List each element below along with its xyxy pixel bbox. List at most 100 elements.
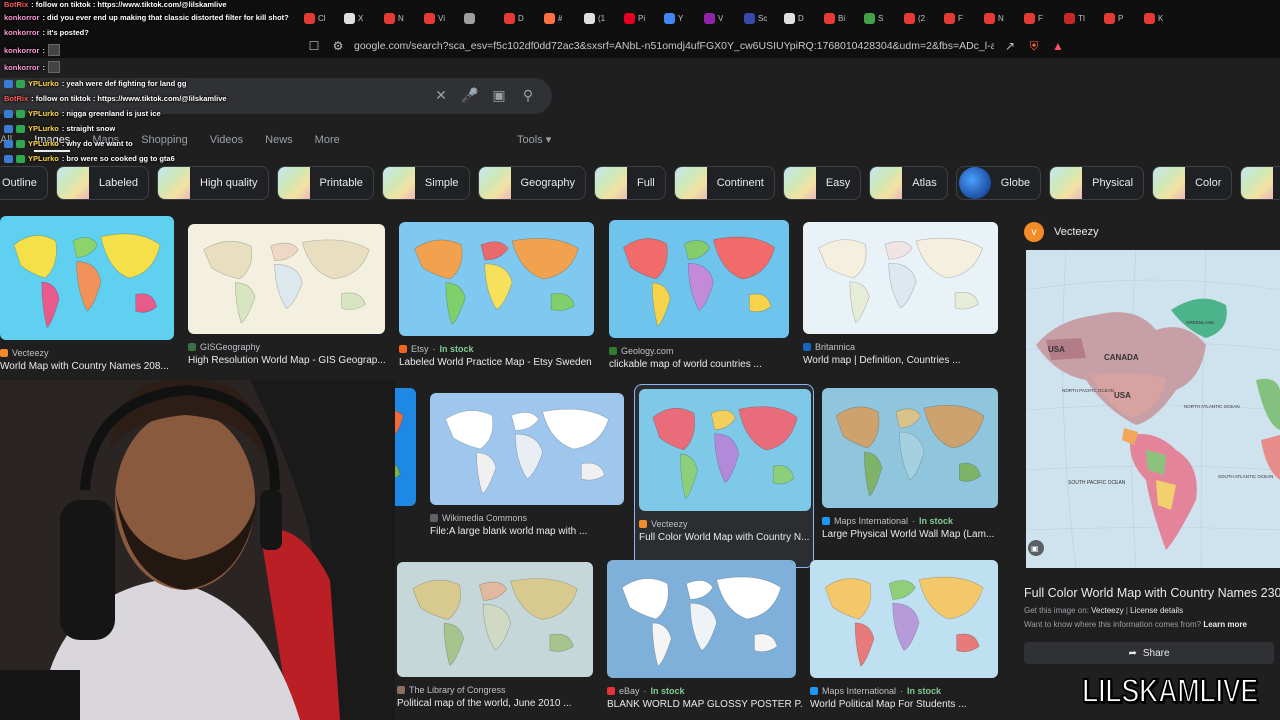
image-result[interactable]: Britannica World map | Definition, Countr…	[803, 222, 998, 392]
result-caption[interactable]: World Map with Country Names 208...	[0, 361, 180, 372]
browser-tab[interactable]: D	[500, 8, 534, 28]
preview-site[interactable]: v Vecteezy	[1024, 222, 1099, 242]
result-thumbnail[interactable]	[803, 222, 998, 334]
result-thumbnail[interactable]	[639, 389, 811, 511]
chip-easy[interactable]: Easy	[782, 166, 862, 200]
image-result[interactable]: GISGeography High Resolution World Map - …	[188, 224, 386, 392]
result-thumbnail[interactable]	[430, 393, 624, 505]
address-bar[interactable]: ☐ ⚙ google.com/search?sca_esv=f5c102df0d…	[296, 36, 1066, 56]
chip-simple[interactable]: Simple	[381, 166, 470, 200]
result-source[interactable]: Maps International · In stock	[810, 686, 941, 696]
chip-atlas[interactable]: Atlas	[869, 166, 948, 200]
result-thumbnail[interactable]	[397, 562, 593, 677]
chip-geography[interactable]: Geography	[477, 166, 586, 200]
image-result[interactable]: The Library of Congress Political map of …	[397, 562, 593, 720]
result-thumbnail[interactable]	[0, 216, 174, 340]
result-thumbnail[interactable]	[822, 388, 998, 508]
image-result[interactable]: Etsy · In stock Labeled World Practice Map …	[399, 222, 594, 394]
browser-tab[interactable]: (2	[900, 8, 934, 28]
browser-tab[interactable]: Pi	[620, 8, 654, 28]
get-on-site-link[interactable]: Vecteezy	[1091, 606, 1123, 615]
chip-detailed[interactable]: Detailed	[1240, 166, 1280, 200]
result-source[interactable]: Maps International · In stock	[822, 516, 953, 526]
browser-tab[interactable]: D	[780, 8, 814, 28]
browser-tab[interactable]: Y	[660, 8, 694, 28]
browser-tab[interactable]: #	[540, 8, 574, 28]
close-icon[interactable]: ✕	[432, 86, 450, 104]
browser-tab[interactable]: F	[940, 8, 974, 28]
tab-shopping[interactable]: Shopping	[141, 134, 188, 146]
chip-labeled[interactable]: Labeled	[55, 166, 150, 200]
browser-tab[interactable]: K	[1140, 8, 1174, 28]
chip-outline[interactable]: Outline	[0, 166, 48, 200]
brave-shield-icon[interactable]: ⛨	[1026, 38, 1042, 54]
browser-tab[interactable]: (1	[580, 8, 614, 28]
result-caption[interactable]: Large Physical World Wall Map (Lam...	[822, 529, 1004, 540]
browser-tab[interactable]: S	[860, 8, 894, 28]
result-source[interactable]: Etsy · In stock	[399, 344, 474, 354]
result-source[interactable]: Wikimedia Commons	[430, 513, 527, 523]
search-icon[interactable]: ⚲	[519, 86, 537, 104]
result-caption[interactable]: World map | Definition, Countries ...	[803, 355, 1004, 366]
result-source[interactable]: Geology.com	[609, 346, 673, 356]
result-caption[interactable]: Political map of the world, June 2010 ..…	[397, 698, 599, 709]
tab-news[interactable]: News	[265, 134, 293, 146]
site-settings-icon[interactable]: ⚙	[330, 38, 346, 54]
result-caption[interactable]: World Political Map For Students ...	[810, 699, 1004, 710]
chip-high-quality[interactable]: High quality	[157, 166, 269, 200]
result-thumbnail[interactable]	[188, 224, 385, 334]
result-caption[interactable]: clickable map of world countries ...	[609, 359, 795, 370]
license-link[interactable]: License details	[1130, 606, 1183, 615]
image-result[interactable]: Geology.com clickable map of world countr…	[609, 220, 789, 396]
result-caption[interactable]: High Resolution World Map - GIS Geograp.…	[188, 355, 391, 366]
preview-title[interactable]: Full Color World Map with Country Names …	[1024, 586, 1280, 600]
image-result[interactable]: Vecteezy Full Color World Map with Countr…	[634, 384, 814, 568]
browser-tab[interactable]: Vi	[420, 8, 454, 28]
image-result[interactable]: eBay · In stock BLANK WORLD MAP GLOSSY POST…	[607, 560, 802, 720]
result-thumbnail[interactable]	[607, 560, 796, 678]
tab-more[interactable]: More	[315, 134, 340, 146]
browser-tab[interactable]: V	[700, 8, 734, 28]
result-caption[interactable]: BLANK WORLD MAP GLOSSY POSTER P...	[607, 699, 802, 710]
result-caption[interactable]: File:A large blank world map with ...	[430, 526, 630, 537]
chip-color[interactable]: Color	[1152, 166, 1233, 200]
bookmark-icon[interactable]: ☐	[306, 38, 322, 54]
browser-tab[interactable]: N	[380, 8, 414, 28]
result-caption[interactable]: Labeled World Practice Map - Etsy Sweden	[399, 357, 600, 368]
result-source[interactable]: GISGeography	[188, 342, 260, 352]
image-result[interactable]: Vecteezy World Map with Country Names 208…	[0, 216, 174, 398]
result-source[interactable]: eBay · In stock	[607, 686, 685, 696]
url-text[interactable]: google.com/search?sca_esv=f5c102df0dd72a…	[354, 40, 994, 52]
result-source[interactable]: Vecteezy	[0, 348, 49, 358]
image-result[interactable]: Maps International · In stock World Politic…	[810, 560, 998, 720]
browser-tab[interactable]: Sc	[740, 8, 774, 28]
browser-tab[interactable]: Cl	[300, 8, 334, 28]
result-source[interactable]: Britannica	[803, 342, 855, 352]
chip-physical[interactable]: Physical	[1049, 166, 1145, 200]
tools-button[interactable]: Tools ▾	[517, 133, 551, 146]
browser-tab[interactable]: F	[1020, 8, 1054, 28]
rewards-icon[interactable]: ▲	[1050, 38, 1066, 54]
chip-globe[interactable]: Globe	[955, 166, 1042, 200]
lens-icon[interactable]: ▣	[490, 86, 508, 104]
browser-tab[interactable]: Bi	[820, 8, 854, 28]
tab-videos[interactable]: Videos	[210, 134, 243, 146]
chip-continent[interactable]: Continent	[673, 166, 775, 200]
image-result[interactable]: Maps International · In stock Large Physica…	[822, 388, 998, 566]
browser-tab[interactable]	[460, 8, 494, 28]
result-caption[interactable]: Full Color World Map with Country N...	[639, 532, 817, 543]
learn-more-link[interactable]: Learn more	[1203, 620, 1247, 629]
share-icon[interactable]: ↗	[1002, 38, 1018, 54]
chip-printable[interactable]: Printable	[276, 166, 374, 200]
browser-tab[interactable]: X	[340, 8, 374, 28]
result-thumbnail[interactable]	[810, 560, 998, 678]
result-source[interactable]: Vecteezy	[639, 519, 688, 529]
result-thumbnail[interactable]	[399, 222, 594, 336]
result-source[interactable]: The Library of Congress	[397, 685, 506, 695]
share-button[interactable]: ➦ Share	[1024, 642, 1274, 664]
preview-image[interactable]: USA CANADA USA NORTH PACIFIC OCEAN NORTH…	[1026, 250, 1280, 568]
image-result[interactable]: Wikimedia Commons File:A large blank worl…	[430, 393, 624, 563]
mic-icon[interactable]: 🎤	[461, 86, 479, 104]
result-thumbnail[interactable]	[609, 220, 789, 338]
chip-full[interactable]: Full	[593, 166, 666, 200]
